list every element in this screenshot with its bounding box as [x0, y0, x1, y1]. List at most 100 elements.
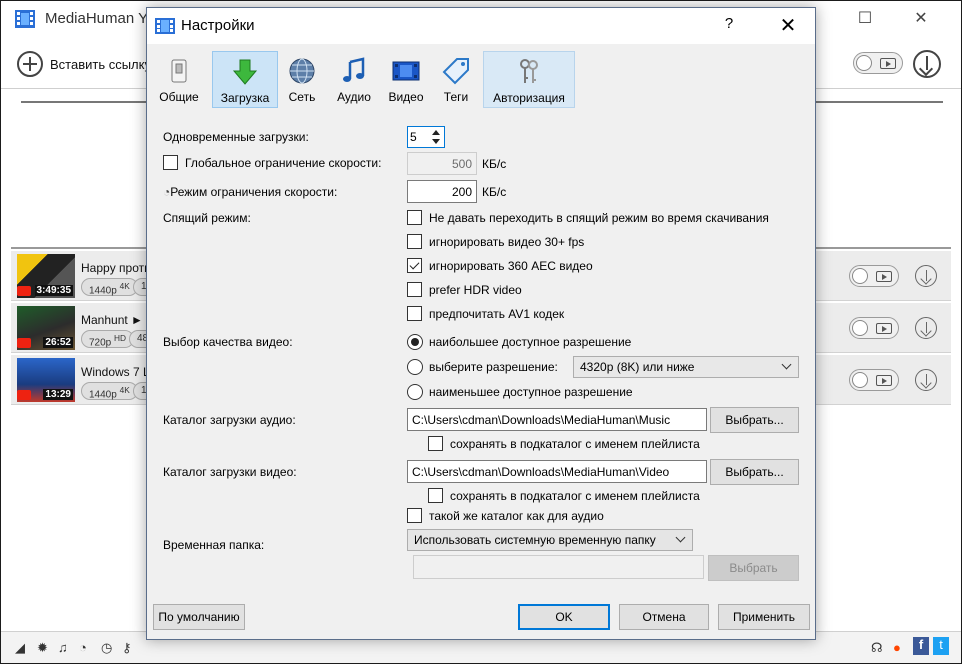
youtube-icon	[17, 338, 31, 348]
apply-button[interactable]: Применить	[718, 604, 810, 630]
dialog-title: Настройки	[181, 17, 255, 34]
download-all-button[interactable]	[913, 50, 941, 78]
temp-folder-label: Временная папка:	[163, 538, 265, 552]
quality-highest-radio[interactable]	[407, 334, 423, 350]
clock-icon[interactable]: ◷	[101, 640, 112, 656]
audio-subfolder-checkbox[interactable]	[428, 436, 443, 451]
global-limit-unit: КБ/с	[482, 157, 507, 171]
app-icon	[15, 10, 35, 28]
film-icon	[392, 61, 420, 81]
tab-audio[interactable]: Аудио	[331, 51, 377, 108]
ignore-360-checkbox[interactable]	[407, 258, 422, 273]
facebook-icon[interactable]: f	[913, 637, 929, 655]
video-subfolder-checkbox[interactable]	[428, 488, 443, 503]
keys-icon[interactable]: ⚷	[122, 640, 132, 656]
audio-dir-label: Каталог загрузки аудио:	[163, 413, 296, 427]
tab-network[interactable]: Сеть	[281, 51, 323, 108]
video-quality-label: Выбор качества видео:	[163, 335, 293, 349]
audio-dir-browse-button[interactable]: Выбрать...	[710, 407, 799, 433]
chevron-down-icon	[675, 532, 686, 543]
quality-choose-label: выберите разрешение:	[429, 360, 558, 374]
video-dir-input[interactable]: C:\Users\cdman\Downloads\MediaHuman\Vide…	[407, 460, 707, 483]
tab-video[interactable]: Видео	[383, 51, 429, 108]
video-mode-toggle[interactable]	[853, 52, 903, 74]
same-dir-checkbox[interactable]	[407, 508, 422, 523]
close-button[interactable]: ✕	[765, 11, 811, 41]
speed-limit-unit: КБ/с	[482, 185, 507, 199]
audio-dir-input[interactable]: C:\Users\cdman\Downloads\MediaHuman\Musi…	[407, 408, 707, 431]
snail-icon[interactable]: ◔	[79, 640, 87, 655]
tab-tags[interactable]: Теги	[435, 51, 477, 108]
chevron-down-icon[interactable]	[432, 139, 440, 144]
video-dir-browse-button[interactable]: Выбрать...	[710, 459, 799, 485]
maximize-button[interactable]: ☐	[842, 1, 888, 37]
chevron-up-icon[interactable]	[432, 130, 440, 135]
tab-download[interactable]: Загрузка	[212, 51, 278, 108]
chevron-down-icon	[781, 359, 792, 370]
video-mode-toggle[interactable]	[849, 317, 899, 339]
speed-limit-input[interactable]: 200	[407, 180, 477, 203]
temp-folder-input[interactable]	[413, 555, 704, 579]
prefer-hdr-checkbox[interactable]	[407, 282, 422, 297]
item-title: Windows 7 Ш	[81, 365, 155, 379]
temp-folder-select[interactable]: Использовать системную временную папку	[407, 529, 693, 551]
quality-choose-radio[interactable]	[407, 359, 423, 375]
resolution-select[interactable]: 4320p (8K) или ниже	[573, 356, 799, 378]
quality-lowest-radio[interactable]	[407, 384, 423, 400]
concurrent-downloads-label: Одновременные загрузки:	[163, 130, 309, 144]
temp-folder-browse-button[interactable]: Выбрать	[708, 555, 799, 581]
download-button[interactable]	[915, 265, 937, 287]
tab-authorization[interactable]: Авторизация	[483, 51, 575, 108]
video-mode-toggle[interactable]	[849, 265, 899, 287]
video-subfolder-label: сохранять в подкаталог с именем плейлист…	[450, 489, 700, 503]
quality-pill[interactable]: 720p HD	[81, 330, 135, 348]
tab-general[interactable]: Общие	[153, 51, 205, 108]
video-mode-toggle[interactable]	[849, 369, 899, 391]
cancel-button[interactable]: Отмена	[619, 604, 709, 630]
download-button[interactable]	[915, 369, 937, 391]
global-limit-checkbox[interactable]	[163, 155, 178, 170]
stepper-arrows[interactable]	[430, 128, 443, 146]
sleep-mode-label: Спящий режим:	[163, 211, 251, 225]
help-button[interactable]: ?	[709, 15, 749, 39]
music-note-icon	[343, 57, 365, 82]
video-thumbnail: 3:49:35	[17, 254, 75, 298]
reddit-icon[interactable]: ●	[893, 640, 901, 655]
youtube-icon	[17, 390, 31, 400]
video-dir-label: Каталог загрузки видео:	[163, 465, 297, 479]
global-limit-input[interactable]: 500	[407, 152, 477, 175]
tag-icon	[442, 58, 469, 85]
music-icon[interactable]: ♫	[58, 640, 68, 655]
prefer-av1-label: предпочитать AV1 кодек	[429, 307, 565, 321]
twitter-icon[interactable]: t	[933, 637, 949, 655]
ignore-30fps-label: игнорировать видео 30+ fps	[429, 235, 585, 249]
main-title: MediaHuman Y	[45, 10, 149, 27]
duration-label: 13:29	[43, 389, 73, 400]
defaults-button[interactable]: По умолчанию	[153, 604, 245, 630]
paste-link-button[interactable]: Вставить ссылку	[50, 57, 151, 72]
support-icon[interactable]: ☊	[871, 640, 883, 656]
prevent-sleep-checkbox[interactable]	[407, 210, 422, 225]
video-thumbnail: 26:52	[17, 306, 75, 350]
prevent-sleep-label: Не давать переходить в спящий режим во в…	[429, 211, 769, 225]
quality-pill[interactable]: 1440p 4K	[81, 278, 138, 296]
prefer-av1-checkbox[interactable]	[407, 306, 422, 321]
gear-icon[interactable]: ✹	[37, 640, 48, 656]
concurrent-downloads-stepper[interactable]: 5	[407, 126, 445, 148]
speed-limit-mode-label: ◔Режим ограничения скорости:	[163, 185, 338, 199]
ignore-30fps-checkbox[interactable]	[407, 234, 422, 249]
video-icon	[880, 58, 896, 69]
quality-pill[interactable]: 1440p 4K	[81, 382, 138, 400]
speed-limit-icon[interactable]: ◢	[15, 640, 25, 656]
duration-label: 26:52	[43, 337, 73, 348]
ignore-360-label: игнорировать 360 AEC видео	[429, 259, 593, 273]
audio-subfolder-label: сохранять в подкаталог с именем плейлист…	[450, 437, 700, 451]
download-button[interactable]	[915, 317, 937, 339]
prefer-hdr-label: prefer HDR video	[429, 283, 522, 297]
ok-button[interactable]: OK	[518, 604, 610, 630]
quality-highest-label: наибольшее доступное разрешение	[429, 335, 632, 349]
resolution-value: 4320p (8K) или ниже	[580, 360, 695, 374]
minimize-icon-area[interactable]: ✕	[898, 1, 944, 37]
keys-icon	[520, 59, 538, 83]
add-icon[interactable]	[17, 51, 43, 77]
